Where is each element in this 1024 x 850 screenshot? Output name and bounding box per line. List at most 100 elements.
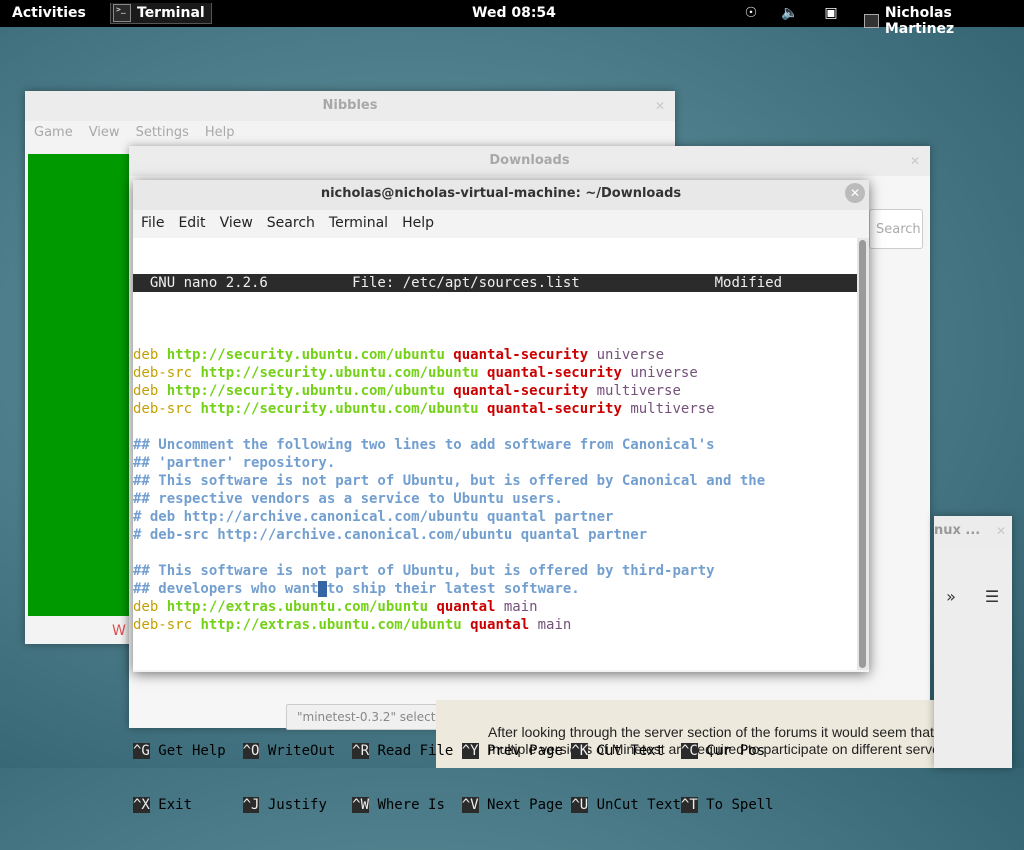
text-line — [133, 670, 857, 688]
shortcut-label: Prev Page — [478, 743, 572, 759]
hamburger-menu-icon[interactable]: ☰ — [977, 584, 1007, 610]
terminal-window[interactable]: nicholas@nicholas-virtual-machine: ~/Dow… — [133, 180, 869, 813]
text-segment: deb-src — [133, 401, 201, 417]
text-line — [133, 652, 857, 670]
shortcut-key: ^R — [352, 743, 370, 759]
network-icon[interactable]: ▣ — [822, 4, 840, 22]
shortcut-key: ^U — [571, 797, 589, 813]
shortcut-label: Exit — [149, 797, 243, 813]
close-icon[interactable]: ✕ — [655, 99, 665, 113]
text-segment: http://security.ubuntu.com/ubuntu — [200, 401, 488, 417]
shortcut-label: Cut Text — [588, 743, 681, 759]
browser-window[interactable]: nux ... ✕ » ☰ — [934, 516, 1012, 768]
text-line — [133, 634, 857, 652]
text-segment: multiverse — [596, 383, 681, 399]
activities-button[interactable]: Activities — [12, 5, 86, 21]
terminal-icon: >_ — [113, 4, 131, 22]
menu-edit[interactable]: Edit — [178, 215, 205, 231]
text-segment: to ship their latest software. — [326, 581, 580, 597]
text-segment: quantal-security — [487, 365, 631, 381]
shortcut-key: ^C — [680, 743, 698, 759]
menu-terminal[interactable]: Terminal — [329, 215, 388, 231]
menu-view[interactable]: View — [220, 215, 253, 231]
text-segment: deb-src — [133, 365, 201, 381]
text-line: # deb-src http://archive.canonical.com/u… — [133, 526, 857, 544]
close-icon[interactable]: ✕ — [996, 524, 1006, 538]
top-bar: Activities >_ Terminal Wed 08:54 ☉ 🔈 ▣ N… — [0, 0, 1024, 37]
shortcut-label: Read File — [369, 743, 462, 759]
partial-label: W — [112, 623, 126, 639]
menu-help[interactable]: Help — [205, 125, 235, 140]
accessibility-icon[interactable]: ☉ — [742, 4, 760, 22]
text-segment: ## developers who want — [133, 581, 319, 597]
close-icon[interactable]: ✕ — [845, 183, 865, 203]
nano-header: GNU nano 2.2.6 File: /etc/apt/sources.li… — [133, 274, 857, 292]
menu-view[interactable]: View — [89, 125, 120, 140]
clock[interactable]: Wed 08:54 — [472, 5, 556, 21]
text-line: # deb http://archive.canonical.com/ubunt… — [133, 508, 857, 526]
text-segment: quantal — [436, 599, 504, 615]
menu-game[interactable]: Game — [34, 125, 73, 140]
shortcut-label: WriteOut — [259, 743, 353, 759]
text-segment: http://security.ubuntu.com/ubuntu — [166, 383, 454, 399]
scrollbar[interactable] — [857, 238, 869, 670]
text-segment: deb — [133, 347, 167, 363]
menu-settings[interactable]: Settings — [136, 125, 189, 140]
user-status-icon — [864, 14, 879, 28]
text-segment: ## This software is not part of Ubuntu, … — [133, 473, 766, 489]
shortcut-key: ^O — [242, 743, 260, 759]
text-segment: deb-src — [133, 617, 201, 633]
text-line: ## developers who want to ship their lat… — [133, 580, 857, 598]
text-segment: ## 'partner' repository. — [133, 455, 336, 471]
nano-buffer[interactable]: deb http://security.ubuntu.com/ubuntu qu… — [133, 328, 857, 706]
shortcut-key: ^X — [133, 797, 150, 813]
nibbles-title: Nibbles — [25, 91, 675, 121]
text-line — [133, 688, 857, 706]
shortcut-row: ^X Exit ^J Justify ^W Where Is ^V Next P… — [133, 796, 857, 814]
app-menu[interactable]: >_ Terminal — [110, 3, 212, 24]
text-line: deb http://extras.ubuntu.com/ubuntu quan… — [133, 598, 857, 616]
text-segment: quantal-security — [453, 347, 597, 363]
shortcut-key: ^W — [352, 797, 370, 813]
text-line — [133, 418, 857, 436]
terminal-menubar: File Edit View Search Terminal Help — [133, 215, 448, 231]
search-button[interactable]: Search — [869, 209, 923, 249]
text-segment: http://extras.ubuntu.com/ubuntu — [200, 617, 471, 633]
shortcut-label: Cur Pos — [697, 743, 766, 759]
text-segment: universe — [596, 347, 665, 363]
text-segment: quantal-security — [487, 401, 631, 417]
text-segment: ## This software is not part of Ubuntu, … — [133, 563, 715, 579]
shortcut-key: ^V — [461, 797, 479, 813]
text-line: deb-src http://security.ubuntu.com/ubunt… — [133, 364, 857, 382]
close-icon[interactable]: ✕ — [910, 154, 920, 168]
text-segment: # deb http://archive.canonical.com/ubunt… — [133, 509, 614, 525]
user-name: Nicholas Martinez — [884, 5, 955, 37]
volume-icon[interactable]: 🔈 — [781, 4, 799, 22]
menu-help[interactable]: Help — [402, 215, 434, 231]
shortcut-label: Get Help — [149, 743, 243, 759]
overflow-chevron-icon[interactable]: » — [936, 584, 966, 610]
text-segment: universe — [630, 365, 698, 381]
scrollbar-thumb[interactable] — [859, 240, 866, 668]
text-segment: ## Uncomment the following two lines to … — [133, 437, 715, 453]
shortcut-key: ^K — [571, 743, 589, 759]
menu-file[interactable]: File — [141, 215, 164, 231]
text-line: ## This software is not part of Ubuntu, … — [133, 562, 857, 580]
text-line: ## Uncomment the following two lines to … — [133, 436, 857, 454]
text-line: deb http://security.ubuntu.com/ubuntu qu… — [133, 382, 857, 400]
text-segment: deb — [133, 383, 167, 399]
text-segment: quantal — [470, 617, 538, 633]
text-segment: quantal-security — [453, 383, 597, 399]
text-line — [133, 328, 857, 346]
text-line — [133, 544, 857, 562]
shortcut-label: Where Is — [369, 797, 462, 813]
menu-search[interactable]: Search — [267, 215, 315, 231]
user-menu[interactable]: Nicholas Martinez — [864, 5, 1024, 37]
app-menu-label: Terminal — [137, 5, 205, 21]
shortcut-key: ^J — [242, 797, 260, 813]
shortcut-row: ^G Get Help ^O WriteOut ^R Read File ^Y … — [133, 742, 857, 760]
terminal-screen[interactable]: GNU nano 2.2.6 File: /etc/apt/sources.li… — [133, 238, 857, 813]
shortcut-key: ^T — [680, 797, 698, 813]
text-segment: deb — [133, 599, 167, 615]
text-segment: ## respective vendors as a service to Ub… — [133, 491, 563, 507]
